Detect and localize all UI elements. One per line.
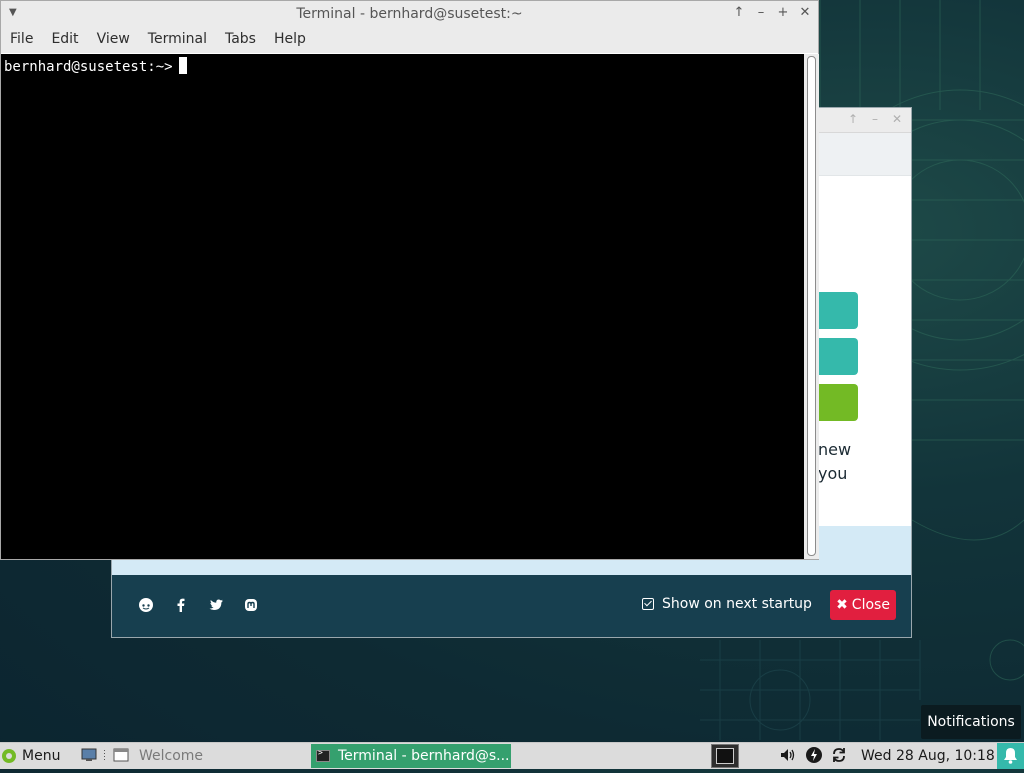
minimize-icon[interactable]: – [754, 5, 768, 21]
maximize-icon[interactable]: + [776, 5, 790, 21]
opensuse-logo-icon [2, 749, 16, 763]
keep-above-icon[interactable]: ↑ [732, 5, 746, 21]
power-manager-icon[interactable] [805, 746, 823, 764]
close-button-label: Close [851, 597, 890, 613]
terminal-window: ▼ Terminal - bernhard@susetest:~ ↑ – + ✕… [0, 0, 819, 560]
clock[interactable]: Wed 28 Aug, 10:18 [861, 743, 995, 769]
checkbox-checked-icon [642, 598, 654, 610]
terminal-scrollbar[interactable] [804, 54, 819, 559]
reddit-icon[interactable] [138, 597, 154, 613]
close-icon[interactable]: ✕ [889, 111, 905, 127]
window-app-icon [113, 748, 129, 762]
show-desktop-icon[interactable] [81, 748, 97, 762]
terminal-title: Terminal - bernhard@susetest:~ [296, 6, 523, 22]
notifications-button[interactable] [997, 743, 1024, 769]
start-menu-button[interactable]: Menu [2, 743, 60, 769]
terminal-titlebar[interactable]: ▼ Terminal - bernhard@susetest:~ ↑ – + ✕ [1, 1, 818, 28]
start-menu-label: Menu [22, 748, 61, 764]
terminal-menubar: File Edit View Terminal Tabs Help [1, 28, 818, 53]
taskbar-terminal-label: Terminal - bernhard@s... [338, 748, 510, 764]
taskbar: Menu Welcome Terminal - bernhard@s... We… [0, 742, 1024, 769]
menu-help[interactable]: Help [265, 28, 315, 53]
facebook-icon[interactable] [173, 597, 189, 613]
terminal-output[interactable]: bernhard@susetest:~> [1, 54, 804, 559]
welcome-footer: Show on next startup ✖ Close [112, 575, 911, 637]
menu-terminal[interactable]: Terminal [139, 28, 216, 53]
volume-icon[interactable] [778, 746, 796, 764]
terminal-window-controls: ↑ – + ✕ [732, 5, 812, 21]
welcome-text-line-1: new [818, 440, 852, 459]
menu-tabs[interactable]: Tabs [216, 28, 265, 53]
bell-icon [1004, 748, 1017, 764]
terminal-app-icon [316, 748, 330, 762]
welcome-close-button[interactable]: ✖ Close [830, 590, 896, 620]
minimize-icon[interactable]: – [867, 111, 883, 127]
show-on-startup-label: Show on next startup [662, 596, 812, 612]
network-sync-icon[interactable] [830, 746, 848, 764]
twitter-icon[interactable] [208, 597, 224, 613]
notifications-tooltip: Notifications [921, 705, 1021, 739]
text-cursor [178, 57, 187, 74]
maximize-icon[interactable]: ↑ [845, 111, 861, 127]
close-x-icon: ✖ [836, 597, 848, 613]
show-on-startup-checkbox[interactable]: Show on next startup [642, 596, 812, 612]
shell-prompt-line: bernhard@susetest:~> [4, 57, 187, 75]
menu-file[interactable]: File [1, 28, 42, 53]
workspace-switcher[interactable] [711, 744, 739, 768]
menu-view[interactable]: View [88, 28, 139, 53]
menu-edit[interactable]: Edit [42, 28, 87, 53]
close-icon[interactable]: ✕ [798, 5, 812, 21]
mastodon-icon[interactable] [243, 597, 259, 613]
scrollbar-thumb[interactable] [807, 56, 816, 556]
shell-prompt: bernhard@susetest:~> [4, 59, 173, 75]
taskbar-welcome-task[interactable]: Welcome [133, 743, 203, 769]
separator-handle-icon [104, 750, 105, 760]
welcome-window-controls: ↑ – ✕ [845, 111, 905, 127]
welcome-text-line-2: you [818, 464, 848, 483]
taskbar-terminal-task[interactable]: Terminal - bernhard@s... [311, 744, 511, 768]
